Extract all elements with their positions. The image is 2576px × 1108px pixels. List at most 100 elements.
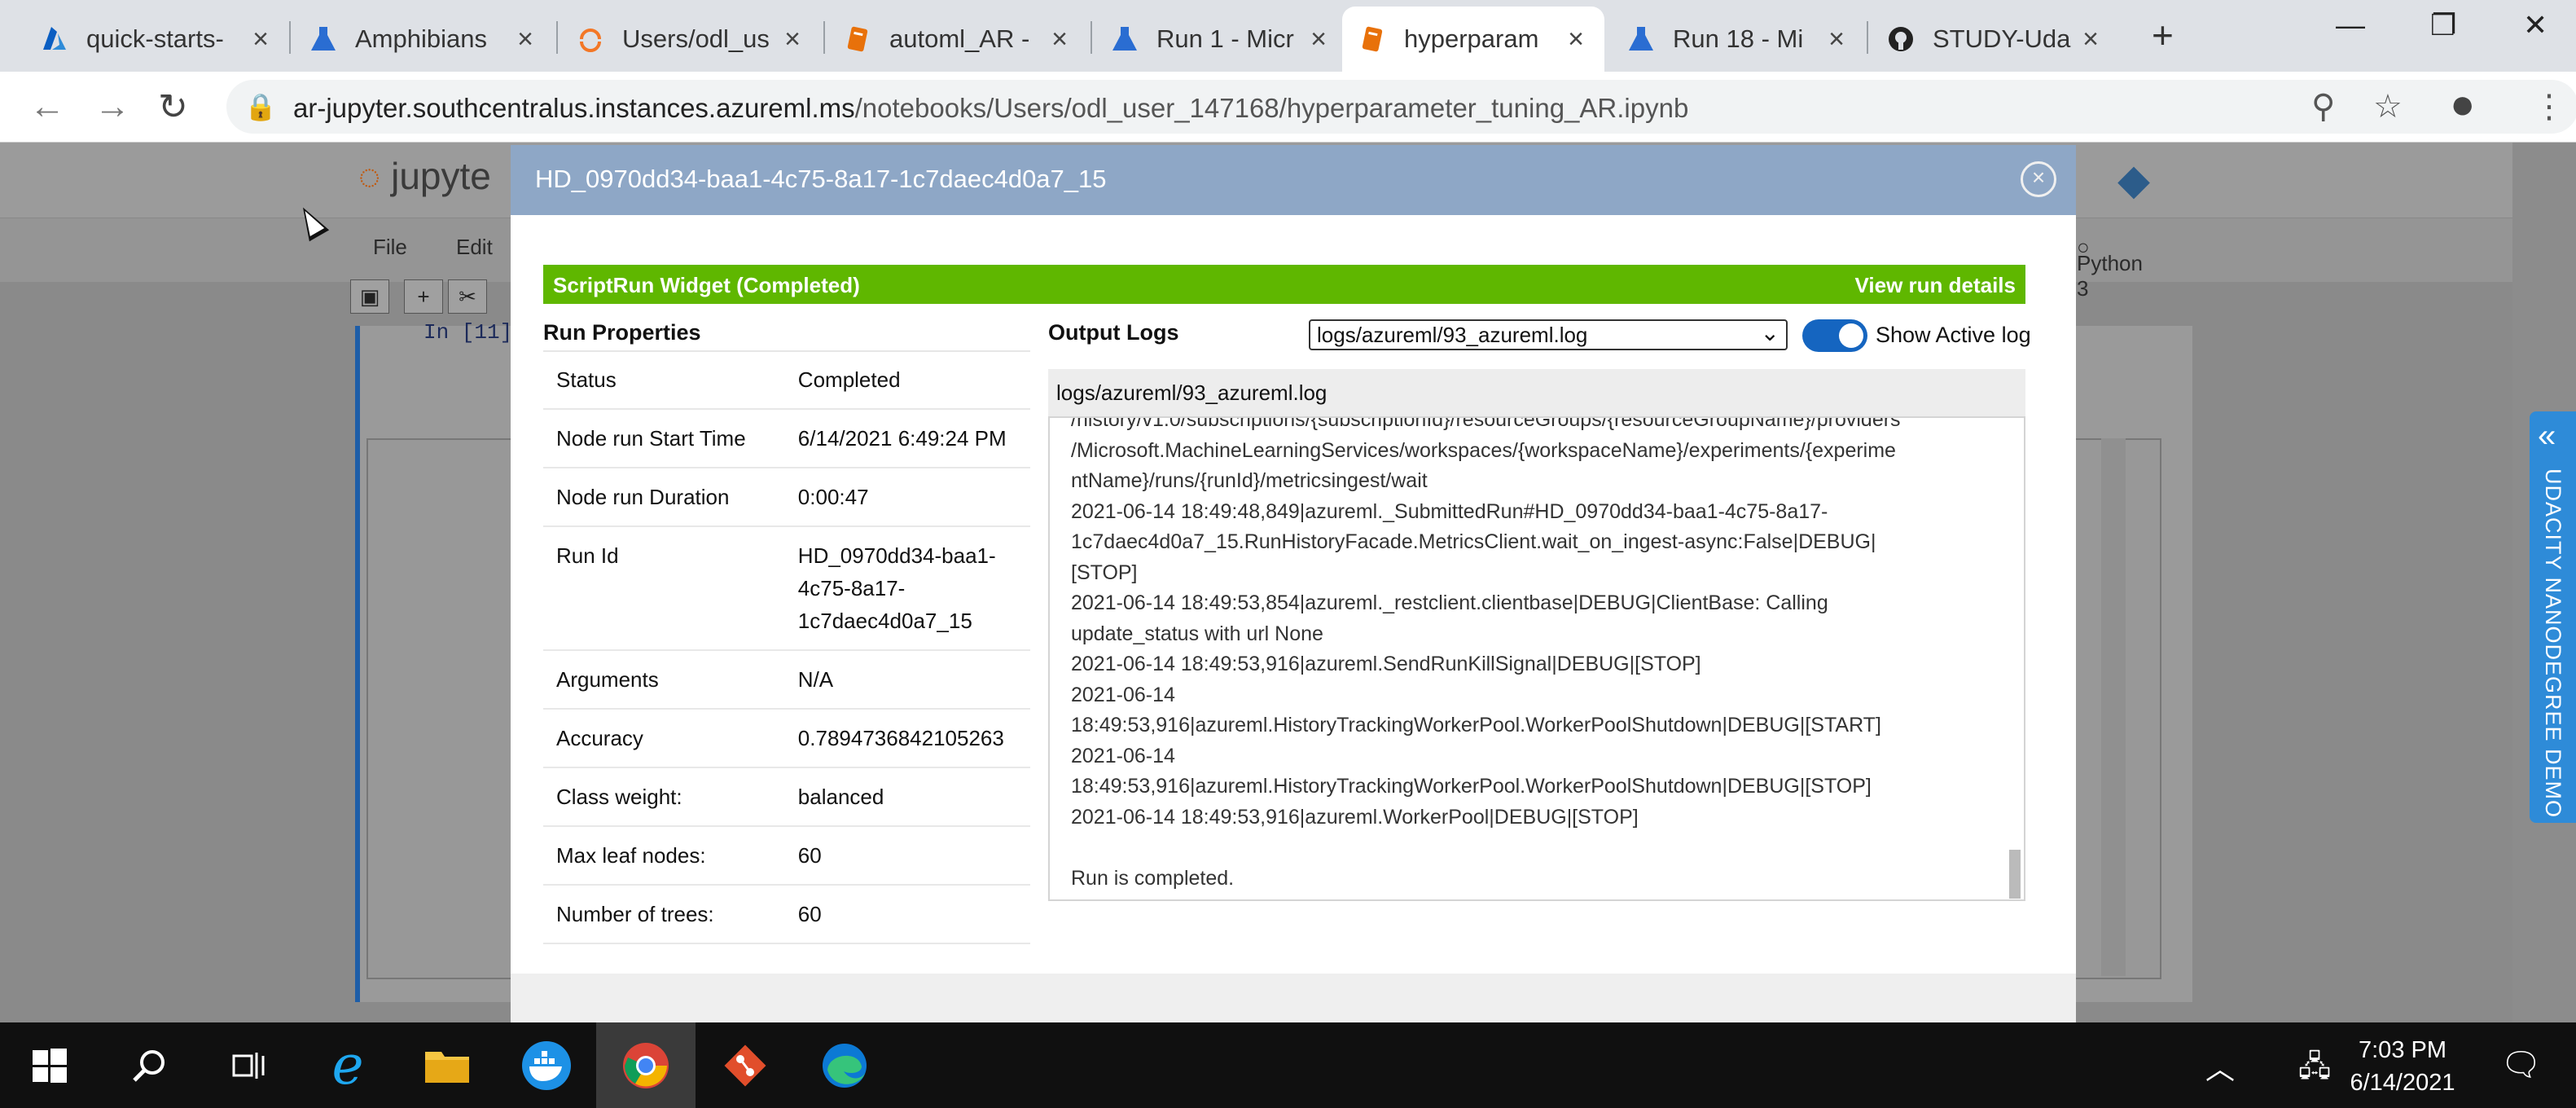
property-row: Number of trees: 60 [543,885,1030,944]
edge-icon[interactable] [795,1022,894,1108]
tab-divider [289,21,291,54]
browser-tab[interactable]: Users/odl_us × [560,7,821,72]
forward-icon[interactable]: → [94,86,130,127]
tab-divider [1091,21,1092,54]
browser-tab[interactable]: Amphibians × [293,7,554,72]
log-tab-label: logs/azureml/93_azureml.log [1056,380,1327,405]
udacity-side-tab-label: UDACITY NANODEGREE DEMO [2541,468,2565,819]
lock-icon[interactable]: 🔒 [244,91,277,122]
log-line: 2021-06-14 [1071,744,1175,767]
close-icon[interactable]: × [779,24,806,55]
close-icon[interactable]: × [2077,24,2104,55]
add-cell-icon[interactable]: + [404,279,443,314]
zoom-icon[interactable]: ⚲ [2311,88,2335,125]
run-details-modal: HD_0970dd34-baa1-4c75-8a17-1c7daec4d0a7_… [511,145,2076,1025]
log-output[interactable]: /history/v1.0/subscriptions/{subscriptio… [1048,416,2025,901]
search-icon[interactable] [99,1022,199,1108]
log-file-select[interactable]: logs/azureml/93_azureml.log ⌄ [1309,319,1788,350]
browser-tab[interactable]: automl_AR - × [827,7,1088,72]
log-line: 2021-06-14 18:49:53,854|azureml._restcli… [1071,591,1828,614]
url-text[interactable]: ar-jupyter.southcentralus.instances.azur… [293,93,1688,124]
property-key: Class weight: [543,767,785,827]
property-value: balanced [784,767,1030,827]
property-key: Status [543,351,785,410]
jupyter-logo-text: jupyte [391,155,491,197]
close-icon[interactable]: × [1562,24,1590,55]
log-line: 2021-06-14 [1071,683,1175,706]
windows-start-icon[interactable] [0,1022,99,1108]
property-row: Arguments N/A [543,650,1030,710]
clock-time: 7:03 PM [2359,1037,2447,1063]
property-key: Node run Start Time [543,409,785,468]
property-row: Max leaf nodes: 60 [543,826,1030,886]
close-icon[interactable]: × [511,24,539,55]
log-line: 1c7daec4d0a7_15.RunHistoryFacade.Metrics… [1071,530,1876,553]
close-icon[interactable]: × [1046,24,1073,55]
minimize-icon[interactable]: — [2336,8,2365,42]
taskbar-clock[interactable]: 7:03 PM 6/14/2021 [2346,1034,2460,1099]
menu-file[interactable]: File [373,235,407,260]
modal-close-icon[interactable]: × [2021,161,2056,197]
flask-icon [308,24,339,55]
notifications-icon[interactable]: 🗨 [2500,1045,2542,1084]
log-line: /history/v1.0/subscriptions/{subscriptio… [1071,416,1901,431]
clock-date: 6/14/2021 [2350,1070,2455,1096]
log-line: Run is completed. [1071,866,1235,890]
close-icon[interactable]: × [247,24,274,55]
close-icon[interactable]: × [1305,24,1332,55]
flask-icon [1626,24,1657,55]
docker-icon[interactable] [497,1022,596,1108]
github-icon [1885,24,1916,55]
browser-tab[interactable]: quick-starts- × [24,7,289,72]
tab-title: Run 18 - Mi [1673,24,1804,53]
close-window-icon[interactable]: ✕ [2523,8,2547,42]
menu-edit[interactable]: Edit [456,235,493,260]
notebook-icon [842,24,873,55]
log-tab[interactable]: logs/azureml/93_azureml.log [1048,369,2025,416]
chrome-icon[interactable] [596,1022,696,1108]
log-scrollbar-thumb[interactable] [2009,850,2021,899]
restore-icon[interactable]: ❐ [2430,8,2456,42]
log-line: 2021-06-14 18:49:53,916|azureml.WorkerPo… [1071,805,1639,829]
file-explorer-icon[interactable] [397,1022,497,1108]
profile-avatar-icon[interactable]: ● [2450,80,2475,129]
cell-prompt: In [11] [423,320,513,345]
save-icon[interactable]: ▣ [350,279,389,314]
browser-tab-active[interactable]: hyperparam × [1342,7,1604,72]
property-key: Max leaf nodes: [543,826,785,886]
property-key: Accuracy [543,709,785,768]
browser-tab[interactable]: Run 18 - Mi × [1611,7,1865,72]
udacity-side-tab[interactable]: « UDACITY NANODEGREE DEMO [2530,411,2576,823]
cut-icon[interactable]: ✂ [448,279,487,314]
tab-title: automl_AR - [889,24,1030,53]
url-path: /notebooks/Users/odl_user_147168/hyperpa… [854,93,1689,123]
back-icon[interactable]: ← [29,86,65,127]
tab-title: hyperparam [1404,24,1539,53]
git-icon[interactable] [696,1022,795,1108]
bookmark-star-icon[interactable]: ☆ [2373,88,2403,125]
notebook-icon [1357,24,1388,55]
modal-title: HD_0970dd34-baa1-4c75-8a17-1c7daec4d0a7_… [535,165,1107,193]
property-value: HD_0970dd34-baa1-4c75-8a17-1c7daec4d0a7_… [784,526,1030,651]
log-line: 18:49:53,916|azureml.HistoryTrackingWork… [1071,775,1872,798]
task-view-icon[interactable] [199,1022,298,1108]
close-icon[interactable]: × [1823,24,1850,55]
run-properties-heading: Run Properties [543,320,701,345]
reload-icon[interactable]: ↻ [158,86,188,128]
output-scrollbar[interactable] [2101,438,2126,976]
flask-icon [1109,24,1140,55]
view-run-details-link[interactable]: View run details [1855,273,2016,298]
python-logo-icon: ◆ [2117,156,2150,204]
new-tab-icon[interactable]: + [2152,13,2174,57]
show-hidden-icons-chevron-up-icon[interactable]: ︿ [2205,1045,2235,1088]
property-value: 0.7894736842105263 [784,709,1030,768]
browser-tab[interactable]: STUDY-Uda × [1871,7,2119,72]
log-line: 18:49:53,916|azureml.HistoryTrackingWork… [1071,714,1881,736]
browser-tab[interactable]: Run 1 - Micr × [1095,7,1347,72]
more-menu-icon[interactable]: ⋮ [2533,88,2565,125]
internet-explorer-icon[interactable]: e [298,1022,397,1108]
run-properties-table: Status Completed Node run Start Time 6/14/2… [543,351,1030,944]
network-icon[interactable]: 🖧 [2298,1045,2331,1095]
show-active-log-toggle[interactable] [1802,319,1867,352]
show-active-log-label: Show Active log [1876,323,2031,347]
